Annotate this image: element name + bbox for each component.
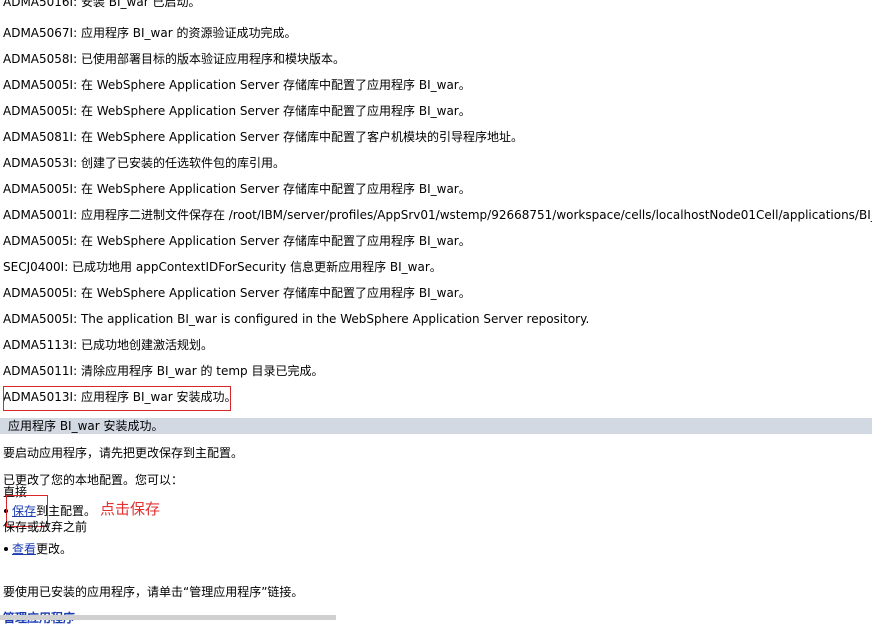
- log-line: ADMA5005I: 在 WebSphere Application Serve…: [3, 78, 471, 92]
- log-line: ADMA5067I: 应用程序 BI_war 的资源验证成功完成。: [3, 26, 297, 40]
- review-link[interactable]: 查看: [12, 542, 36, 556]
- review-suffix: 更改。: [36, 542, 73, 556]
- log-line: ADMA5005I: The application BI_war is con…: [3, 312, 590, 326]
- install-log: ADMA5016I: 安装 BI_war 已启动。 ADMA5067I: 应用程…: [0, 0, 872, 418]
- changed-notice: 已更改了您的本地配置。您可以：: [3, 473, 184, 487]
- success-highlight-box: [3, 386, 231, 411]
- success-banner-text: 应用程序 BI_war 安装成功。: [8, 419, 164, 433]
- log-line: ADMA5113I: 已成功地创建激活规划。: [3, 338, 213, 352]
- log-line: ADMA5081I: 在 WebSphere Application Serve…: [3, 130, 524, 144]
- review-bullet: 查看更改。: [4, 541, 72, 557]
- bullet-dot: [4, 546, 8, 551]
- success-banner: 应用程序 BI_war 安装成功。: [0, 418, 872, 434]
- horizontal-scrollbar[interactable]: [0, 615, 336, 620]
- log-line: ADMA5053I: 创建了已安装的任选软件包的库引用。: [3, 156, 285, 170]
- log-line: ADMA5016I: 安装 BI_war 已启动。: [3, 0, 201, 9]
- save-or-discard-label: 保存或放弃之前: [3, 520, 88, 534]
- log-line: ADMA5005I: 在 WebSphere Application Serve…: [3, 104, 471, 118]
- log-line: ADMA5001I: 应用程序二进制文件保存在 /root/IBM/server…: [3, 208, 872, 222]
- log-line: ADMA5011I: 清除应用程序 BI_war 的 temp 目录已完成。: [3, 364, 324, 378]
- log-line: ADMA5005I: 在 WebSphere Application Serve…: [3, 234, 471, 248]
- start-prompt: 要启动应用程序，请先把更改保存到主配置。: [3, 446, 244, 460]
- save-annotation: 点击保存: [100, 500, 161, 518]
- log-line: ADMA5005I: 在 WebSphere Application Serve…: [3, 182, 471, 196]
- log-line: SECJ0400I: 已成功地用 appContextIDForSecurity…: [3, 260, 442, 274]
- manage-prompt: 要使用已安装的应用程序，请单击“管理应用程序”链接。: [3, 585, 304, 599]
- log-line: ADMA5005I: 在 WebSphere Application Serve…: [3, 286, 471, 300]
- log-line: ADMA5058I: 已使用部署目标的版本验证应用程序和模块版本。: [3, 52, 345, 66]
